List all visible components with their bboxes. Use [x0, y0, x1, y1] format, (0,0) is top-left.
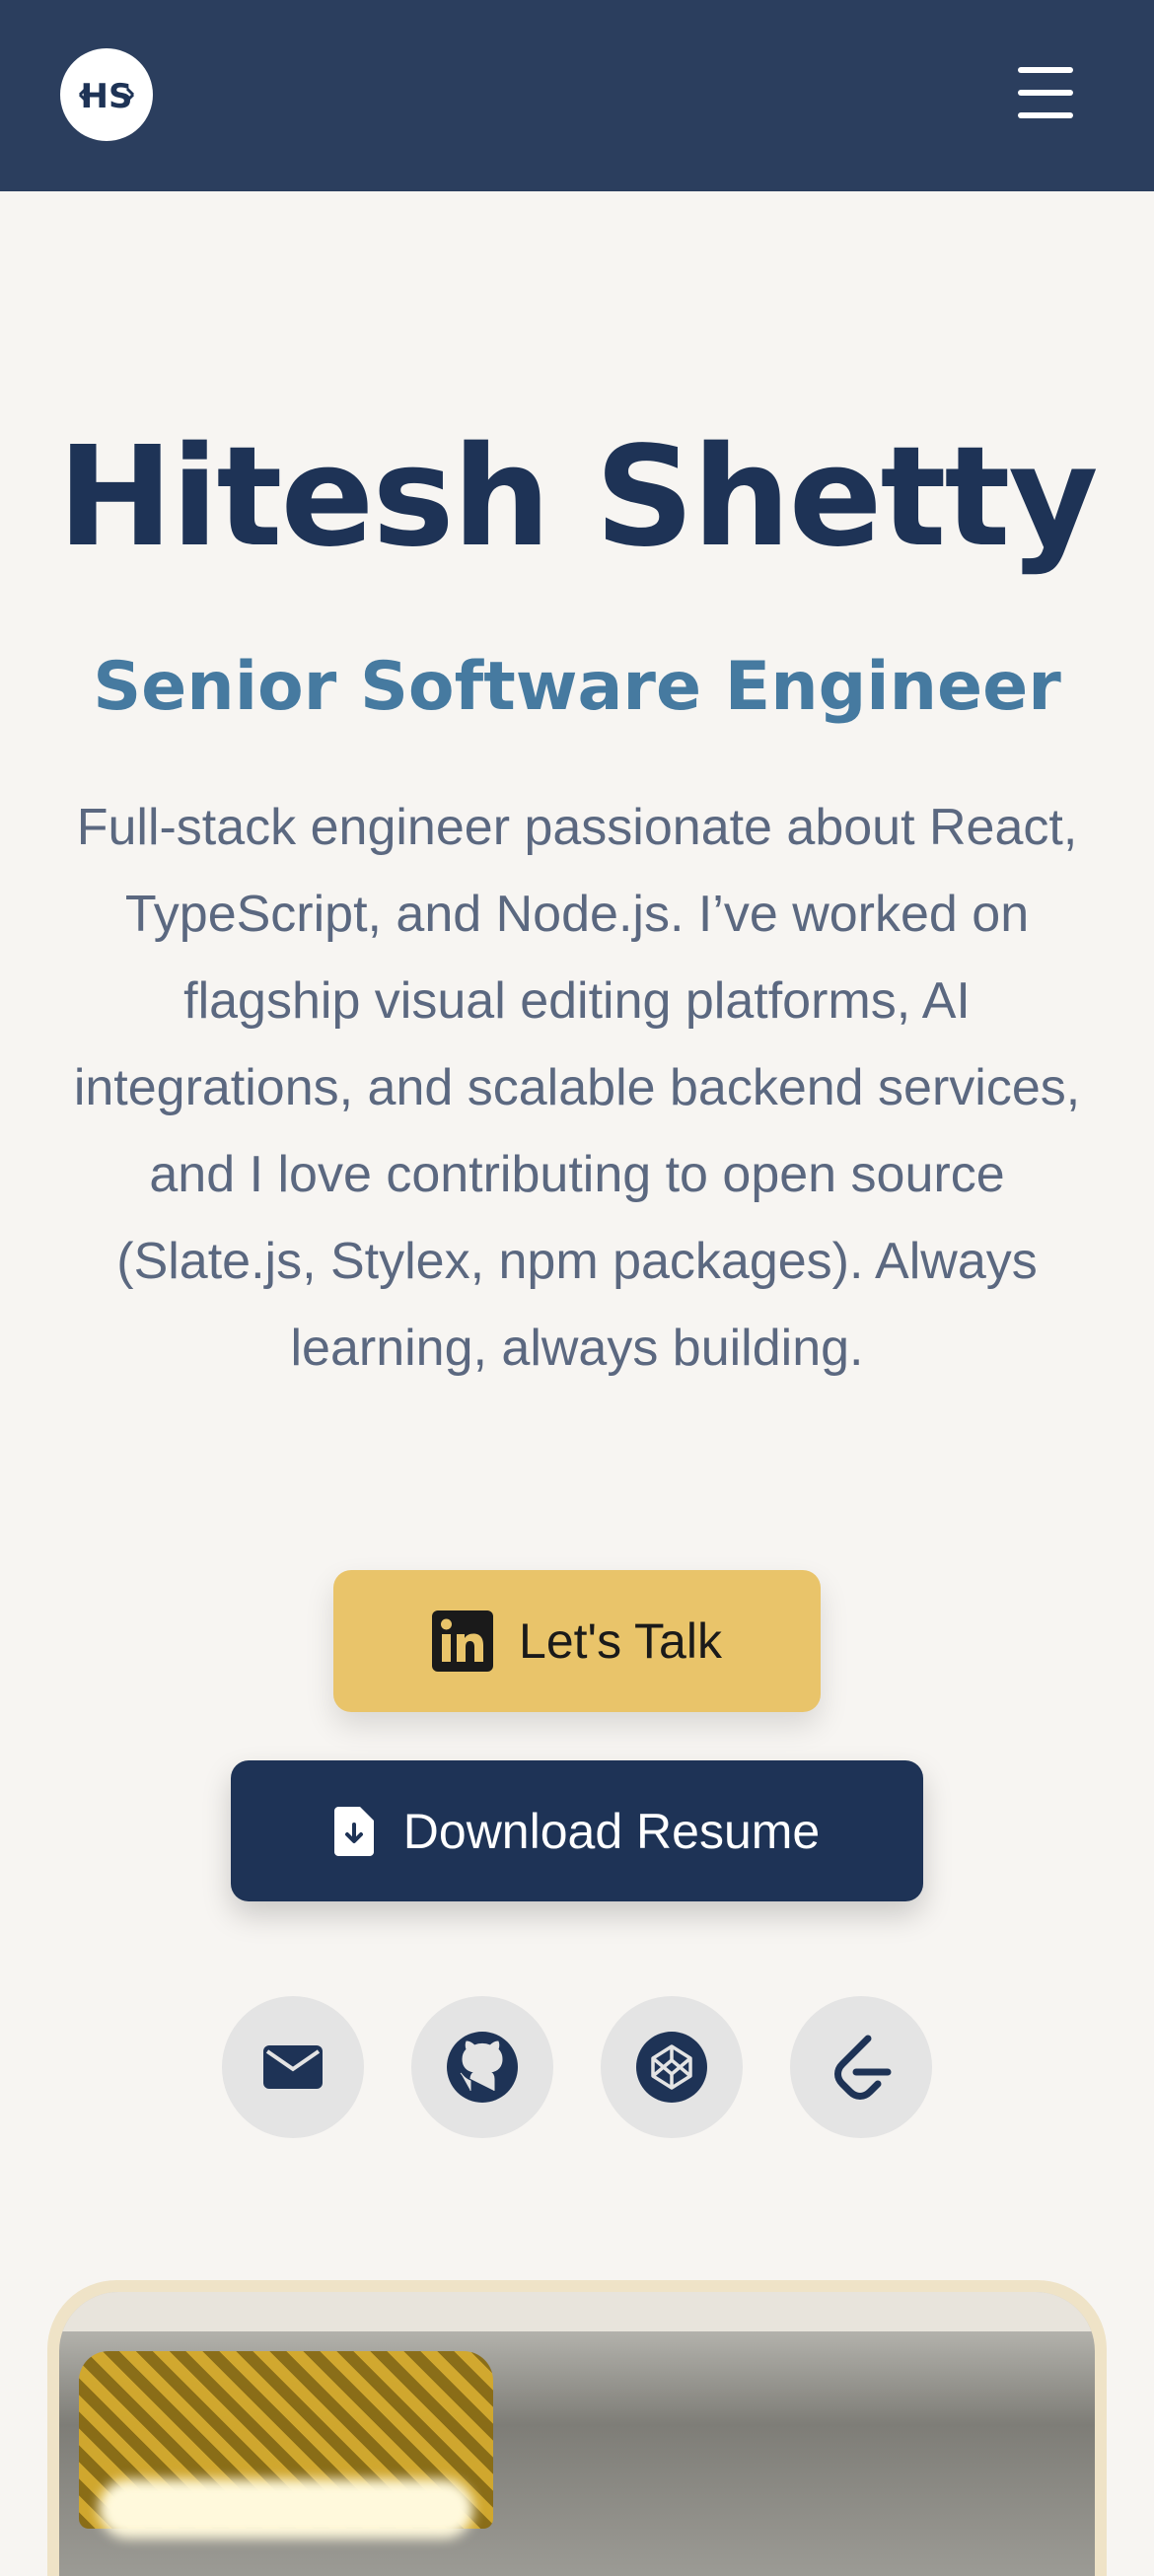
leetcode-icon — [834, 2035, 892, 2100]
lets-talk-label: Let's Talk — [519, 1613, 722, 1669]
download-resume-label: Download Resume — [402, 1803, 821, 1859]
download-resume-button[interactable]: Download Resume — [231, 1760, 923, 1901]
codepen-link[interactable] — [601, 1996, 743, 2138]
hs-logo-icon: HS — [78, 77, 135, 116]
email-link[interactable] — [222, 1996, 364, 2138]
logo-text: HS — [81, 77, 133, 116]
github-link[interactable] — [411, 1996, 553, 2138]
hero-name: Hitesh Shetty — [57, 417, 1098, 578]
top-navigation-bar: HS — [0, 0, 1154, 191]
hamburger-menu-icon[interactable] — [1018, 67, 1073, 118]
logo[interactable]: HS — [60, 48, 153, 141]
codepen-icon — [636, 2032, 707, 2103]
hero-bio: Full-stack engineer passionate about Rea… — [73, 799, 1081, 1377]
profile-photo — [59, 2292, 1095, 2576]
file-download-icon — [333, 1806, 374, 1856]
mail-icon — [263, 2045, 323, 2089]
linkedin-icon — [432, 1610, 494, 1672]
hero-role: Senior Software Engineer — [93, 648, 1061, 726]
github-icon — [447, 2032, 518, 2103]
lets-talk-button[interactable]: Let's Talk — [333, 1570, 821, 1712]
leetcode-link[interactable] — [790, 1996, 932, 2138]
profile-photo-frame — [47, 2280, 1107, 2576]
